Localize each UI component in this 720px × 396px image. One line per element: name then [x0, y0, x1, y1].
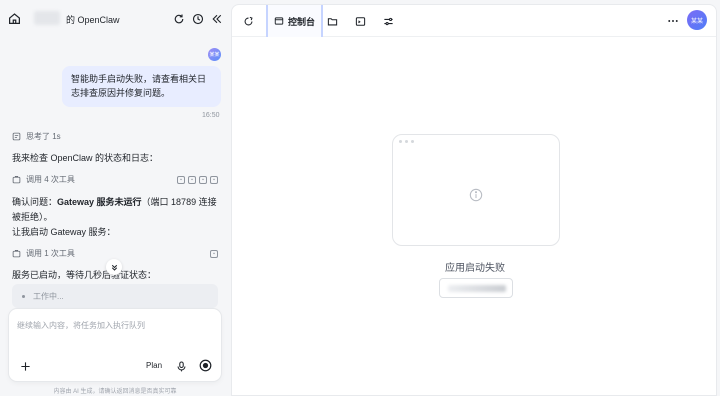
session-title: 的 OpenClaw: [66, 15, 120, 25]
terminal-icon[interactable]: [354, 15, 366, 27]
composer: Plan: [9, 309, 221, 381]
thought-toggle[interactable]: 思考了 1s: [12, 131, 61, 142]
window-dots: [399, 140, 414, 143]
text-line2: 被拒绝）。: [12, 212, 53, 222]
tab-label: 控制台: [288, 16, 316, 27]
tab-bar: 控制台 某某: [232, 5, 716, 37]
tool-call-label: 调用 4 次工具: [26, 175, 75, 184]
add-icon[interactable]: [19, 360, 31, 372]
window-icon: [274, 16, 284, 26]
tool-icon: [12, 175, 21, 184]
microphone-icon[interactable]: [175, 360, 187, 372]
user-message-bubble: 智能助手启动失败，请查看相关日志排查原因并修复问题。: [62, 66, 221, 107]
history-icon[interactable]: [191, 12, 204, 25]
assistant-text-1: 我来检查 OpenClaw 的状态和日志：: [12, 153, 159, 163]
message-timestamp: 16:50: [202, 112, 220, 119]
collapse-panel-icon[interactable]: [210, 12, 223, 25]
terminal-icon: ▪: [210, 175, 218, 184]
terminal-icon: ▪: [199, 175, 207, 184]
bullet-dot: [22, 294, 25, 298]
tool-call-label: 调用 1 次工具: [26, 249, 75, 258]
working-label: 工作中...: [33, 291, 64, 301]
text-suffix: （端口 18789 连接: [141, 197, 217, 207]
assistant-text-2: 确认问题：Gateway 服务未运行（端口 18789 连接 被拒绝）。: [12, 195, 217, 225]
text-bold: Gateway 服务未运行: [57, 197, 142, 207]
tool-icon: [12, 249, 21, 258]
blurred-button-label: [448, 285, 506, 292]
stop-icon[interactable]: [199, 359, 212, 372]
assistant-text-4: 服务已启动，等待几秒后验证状态：: [12, 270, 157, 280]
brain-icon: [12, 132, 21, 141]
empty-state-title: 应用启动失败: [445, 263, 505, 274]
user-avatar[interactable]: 某某: [687, 10, 707, 30]
home-icon[interactable]: [8, 12, 21, 25]
restart-button[interactable]: [439, 278, 513, 298]
text-prefix: 确认问题：: [12, 197, 58, 207]
refresh-icon[interactable]: [172, 12, 185, 25]
terminal-icon: ▪: [177, 175, 185, 184]
more-options-icon[interactable]: [666, 14, 680, 28]
user-avatar: 某某: [208, 48, 221, 61]
assistant-text-3: 让我启动 Gateway 服务：: [12, 227, 116, 237]
folder-icon[interactable]: [326, 15, 338, 27]
chat-header: 的 OpenClaw: [0, 0, 230, 38]
terminal-icon: ▪: [210, 249, 218, 258]
empty-state-card: [392, 134, 560, 246]
chat-panel: 的 OpenClaw 某某 智能助手启动失败，请查看相关日志排查原因并修复问题。…: [0, 0, 230, 396]
scroll-to-bottom-button[interactable]: [106, 259, 122, 275]
working-indicator: 工作中...: [12, 284, 218, 308]
settings-sliders-icon[interactable]: [382, 15, 394, 27]
tool-call-summary-2[interactable]: 调用 1 次工具 ▪: [12, 248, 218, 259]
info-icon: [469, 188, 483, 202]
thought-label: 思考了 1s: [26, 132, 61, 141]
tool-call-summary-1[interactable]: 调用 4 次工具 ▪ ▪ ▪ ▪: [12, 174, 218, 185]
workspace-panel: 控制台 某某 应用启动失败: [231, 4, 717, 396]
message-input[interactable]: [17, 317, 213, 333]
ai-disclaimer: 内容由 AI 生成，请确认返回消息是否真实可靠: [53, 389, 177, 395]
new-tab-icon[interactable]: [242, 15, 254, 27]
blurred-username: [34, 11, 60, 25]
plan-button[interactable]: Plan: [146, 361, 162, 370]
tab-console[interactable]: 控制台: [266, 5, 324, 37]
terminal-icon: ▪: [188, 175, 196, 184]
